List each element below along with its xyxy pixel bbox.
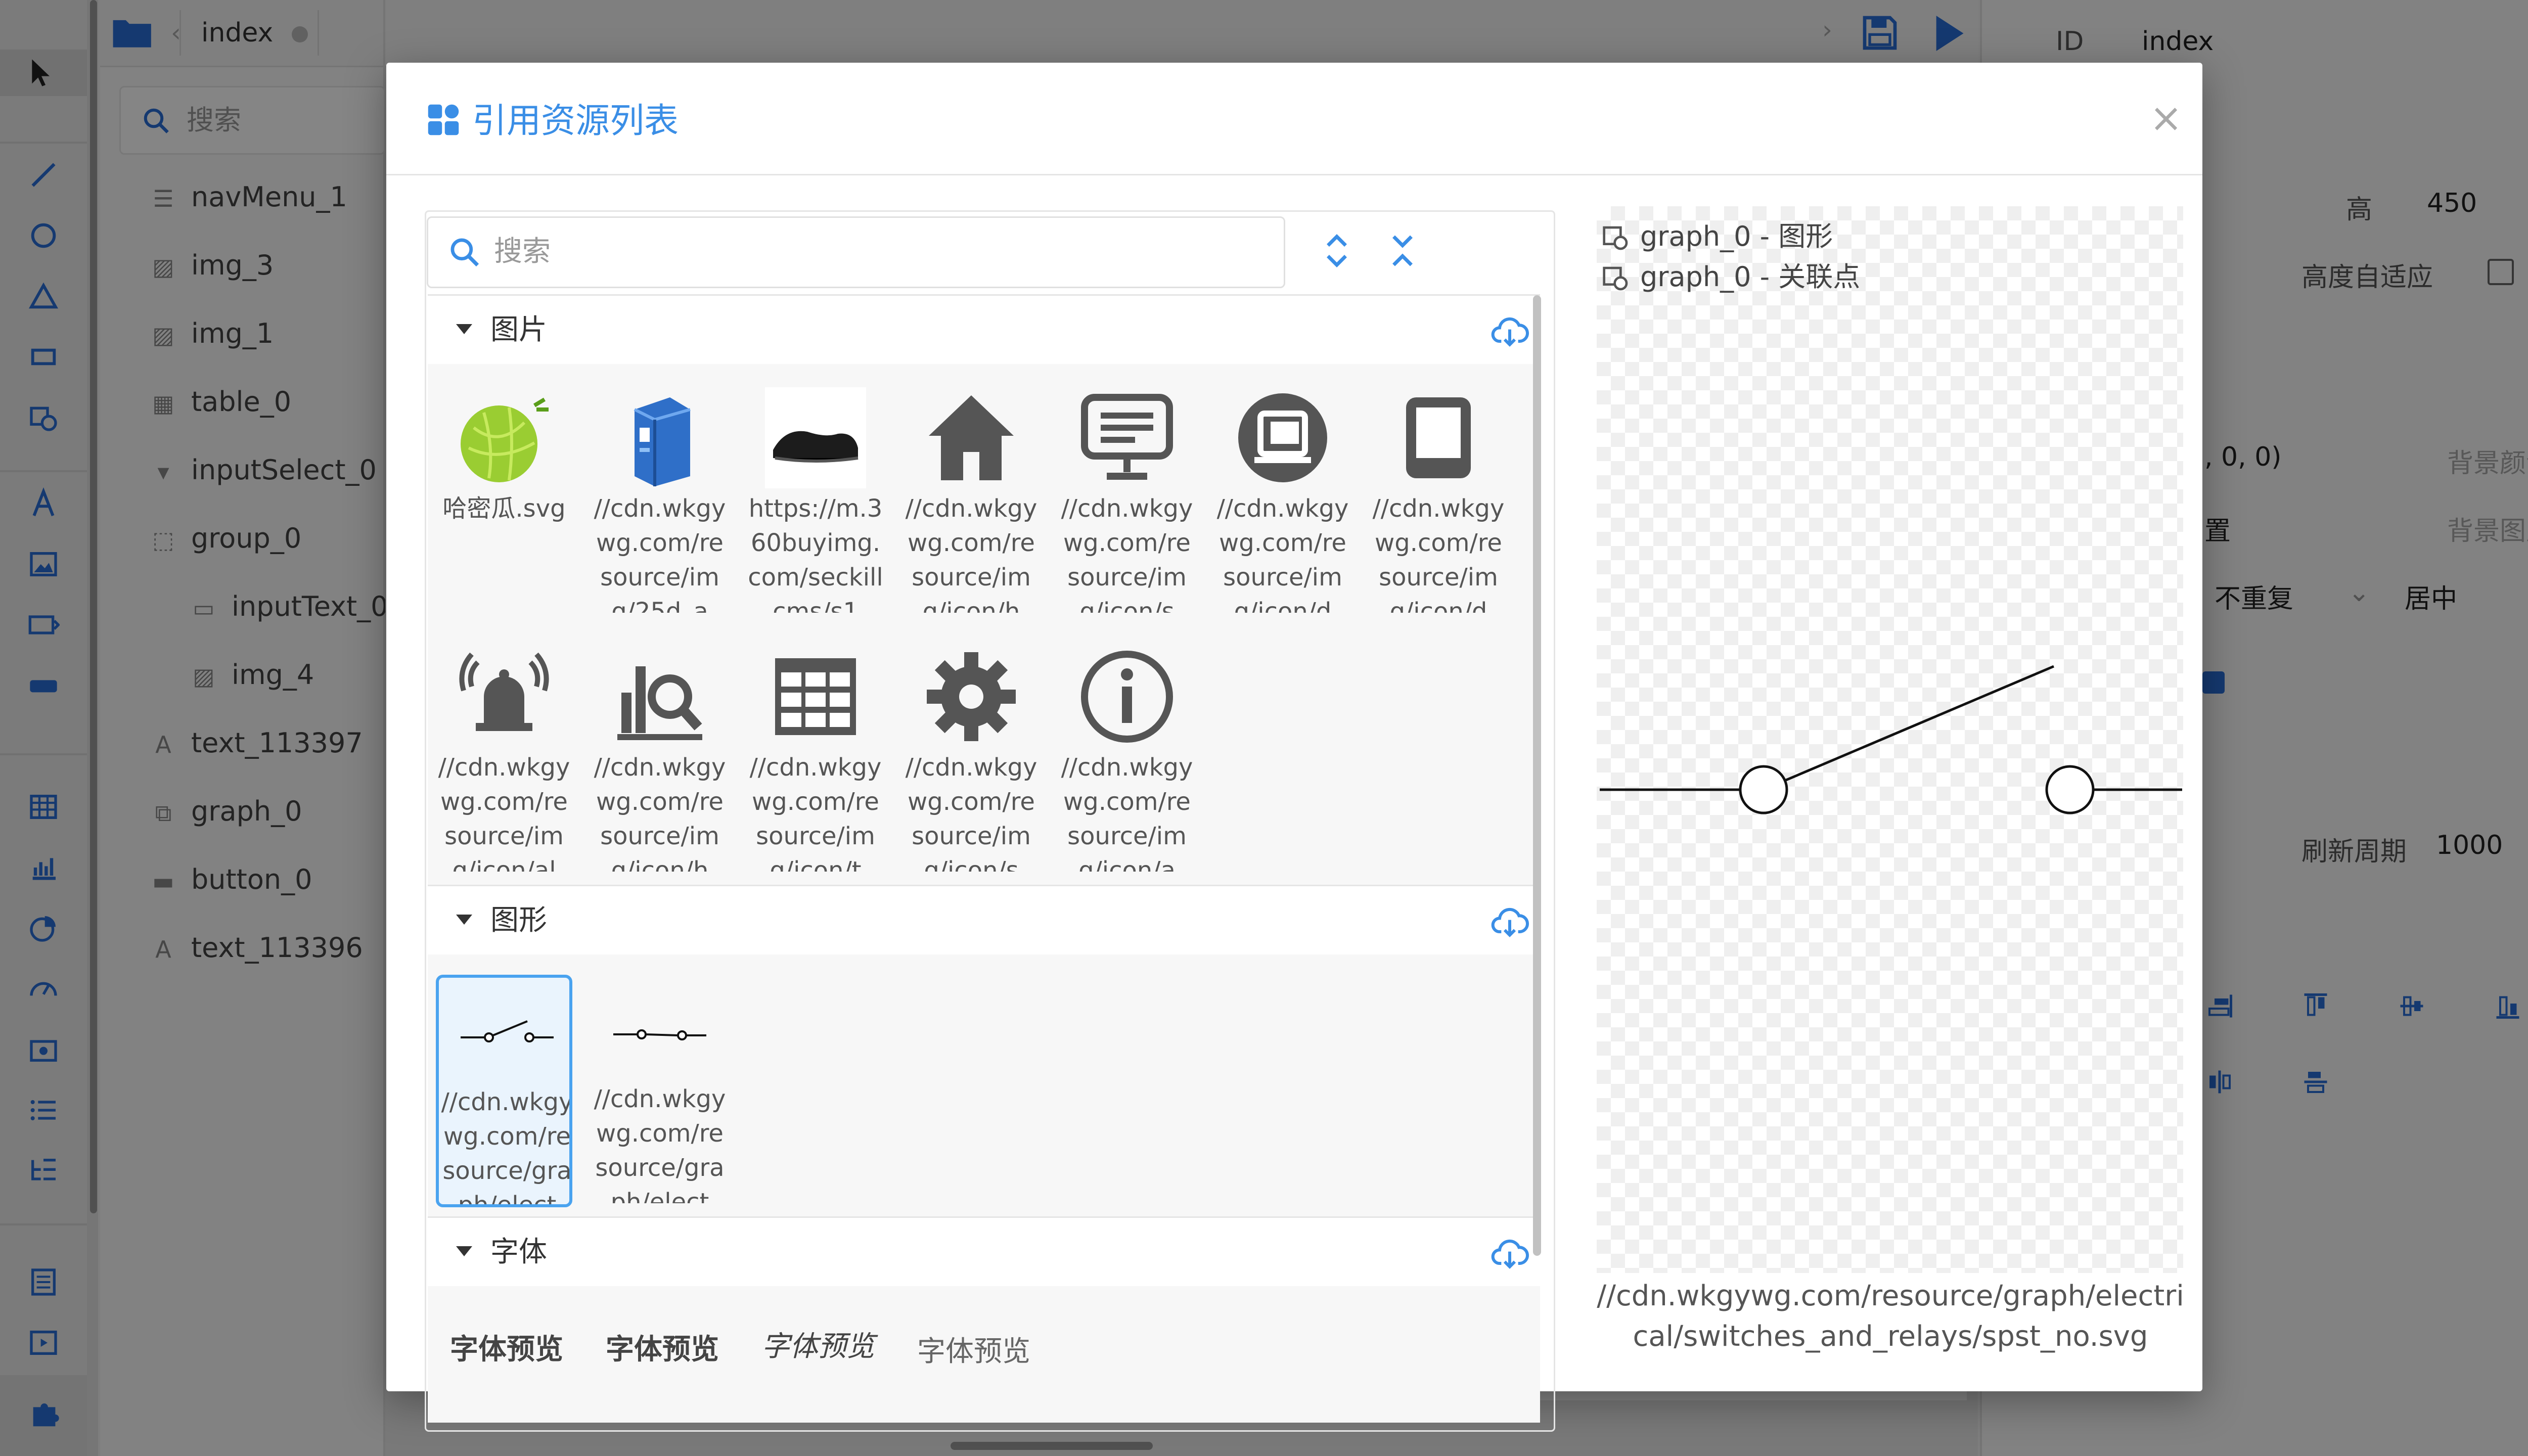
reference-label: graph_0 - 关联点 [1640,261,1861,293]
resource-name: //cdn.wkgywg.com/resource/graph/elect [441,1088,572,1206]
resource-item[interactable]: //cdn.wkgywg.com/resource/graph/elect [436,975,572,1207]
resource-name: //cdn.wkgywg.com/resource/img/icon/h [594,753,726,872]
resource-item[interactable]: //cdn.wkgywg.com/resource/img/icon/s [1059,384,1195,617]
resources-icon [428,104,459,135]
resource-name: //cdn.wkgywg.com/resource/img/icon/d [1372,494,1505,613]
resource-name: //cdn.wkgywg.com/resource/img/25d_a [594,494,726,613]
alarm-bell-icon [454,646,555,747]
collapse-all-icon[interactable] [1381,230,1424,272]
melon-icon [454,387,555,488]
resource-search-input[interactable] [493,218,1274,285]
shoe-icon [765,387,866,488]
resource-name: //cdn.wkgywg.com/resource/img/icon/d [1216,494,1349,613]
resource-item[interactable]: https://m.360buyimg.com/seckillcms/s1 [747,384,884,617]
resource-search[interactable] [427,216,1285,288]
cloud-download-icon[interactable] [1489,1233,1530,1273]
fonts-section-header[interactable]: 字体 [428,1216,1540,1288]
device-icon [1232,387,1333,488]
resource-item[interactable]: //cdn.wkgywg.com/resource/img/icon/t [747,643,884,876]
dialog-header: 引用资源列表 × [386,63,2202,175]
tablet-icon [1388,387,1489,488]
resource-item[interactable]: //cdn.wkgywg.com/resource/img/25d_a [592,384,728,617]
gear-icon [921,646,1022,747]
switch-closed-icon [609,978,710,1079]
resource-item[interactable]: //cdn.wkgywg.com/resource/img/icon/s [903,643,1040,876]
reference-label: graph_0 - 图形 [1640,220,1833,252]
resource-item[interactable]: //cdn.wkgywg.com/resource/img/icon/a [1059,643,1195,876]
close-icon[interactable]: × [2141,93,2191,144]
graphs-section-label: 图形 [490,904,547,937]
resource-item[interactable]: 哈密瓜.svg [436,384,572,617]
caret-down-icon [456,1246,472,1256]
font-preview[interactable]: 字体预览 [450,1327,563,1368]
reference-row[interactable]: graph_0 - 关联点 [1602,257,1860,297]
images-section-body: 哈密瓜.svg //cdn.wkgywg.com/resource/img/25d… [428,364,1540,945]
switch-open-icon [457,981,558,1082]
resource-name: //cdn.wkgywg.com/resource/graph/elect [594,1085,726,1203]
grid-table-icon [765,646,866,747]
font-preview[interactable]: 字体预览 [917,1329,1030,1370]
graphs-section-header[interactable]: 图形 [428,885,1540,957]
images-section-header[interactable]: 图片 [428,294,1540,366]
resource-item[interactable]: //cdn.wkgywg.com/resource/img/icon/h [903,384,1040,617]
resource-name: //cdn.wkgywg.com/resource/img/icon/al [438,753,570,872]
analytics-icon [609,646,710,747]
caret-down-icon [456,915,472,925]
resource-list-scrollbar[interactable] [1533,295,1541,1256]
switch-preview-graphic [1600,665,2182,814]
resource-name: //cdn.wkgywg.com/resource/img/icon/t [749,753,882,872]
resource-name: //cdn.wkgywg.com/resource/img/icon/s [905,753,1037,872]
font-preview[interactable]: 字体预览 [761,1324,875,1364]
resource-item[interactable]: //cdn.wkgywg.com/resource/graph/elect [592,975,728,1207]
resource-name: 哈密瓜.svg [442,494,566,523]
fonts-section-label: 字体 [490,1236,547,1268]
cloud-download-icon[interactable] [1489,901,1530,942]
cabinet-icon [609,387,710,488]
info-icon [1076,646,1178,747]
fonts-section-body: 字体预览 字体预览 字体预览 字体预览 [428,1286,1540,1423]
font-preview[interactable]: 字体预览 [606,1327,719,1368]
resource-list-dialog: 引用资源列表 × 图片 哈密瓜.svg //cdn.wkgywg.com/reso… [386,63,2202,1432]
cloud-download-icon[interactable] [1489,311,1530,351]
preview-panel: graph_0 - 图形 graph_0 - 关联点 [1597,206,2183,1273]
expand-all-icon[interactable] [1316,230,1358,272]
search-icon [450,238,479,267]
resource-item[interactable]: //cdn.wkgywg.com/resource/img/icon/d [1370,384,1507,617]
link-ref-icon [1603,267,1628,291]
resource-item[interactable]: //cdn.wkgywg.com/resource/img/icon/h [592,643,728,876]
reference-row[interactable]: graph_0 - 图形 [1602,216,1833,257]
resource-name: //cdn.wkgywg.com/resource/img/icon/h [905,494,1037,613]
resource-name: https://m.360buyimg.com/seckillcms/s1 [748,494,883,613]
resource-item[interactable]: //cdn.wkgywg.com/resource/img/icon/d [1214,384,1351,617]
house-icon [921,387,1022,488]
caret-down-icon [456,324,472,334]
resource-name: //cdn.wkgywg.com/resource/img/icon/s [1061,494,1193,613]
graphs-section-body: //cdn.wkgywg.com/resource/graph/elect//c… [428,954,1540,1217]
monitor-icon [1076,387,1178,488]
preview-url: //cdn.wkgywg.com/resource/graph/electric… [1597,1280,2184,1353]
images-section-label: 图片 [490,313,547,346]
dialog-title: 引用资源列表 [472,101,679,141]
resource-item[interactable]: //cdn.wkgywg.com/resource/img/icon/al [436,643,572,876]
link-ref-icon [1603,226,1628,250]
resource-name: //cdn.wkgywg.com/resource/img/icon/a [1061,753,1193,872]
